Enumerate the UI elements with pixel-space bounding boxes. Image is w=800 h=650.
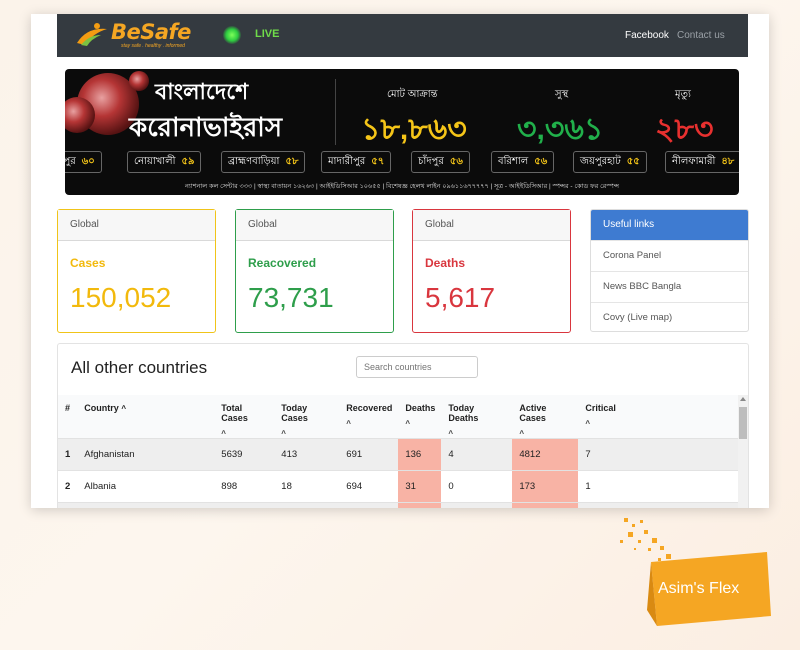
global-cases-card: Global Cases 150,052 bbox=[57, 209, 216, 333]
card-value: 150,052 bbox=[70, 282, 172, 313]
section-title: All other countries bbox=[71, 358, 208, 377]
column-header[interactable]: Active Cases ^ bbox=[512, 395, 579, 439]
stat-value-deaths: ২৮৩ bbox=[655, 113, 714, 146]
district-ticker: ত্পুর৬০ নোয়াখালী৫৯ ব্রাহ্মণবাড়িয়া৫৮ ম… bbox=[65, 151, 739, 175]
particles-icon bbox=[620, 518, 676, 568]
card-header: Global bbox=[236, 210, 393, 241]
stat-value-total: ১৮,৮৬৩ bbox=[361, 113, 467, 146]
table-row: 2 Albania 898 18 694 31 0 173 1 bbox=[58, 470, 738, 503]
banner-title-line2: করোনাভাইরাস bbox=[129, 112, 282, 142]
card-value: 5,617 bbox=[425, 282, 496, 313]
card-header: Global bbox=[413, 210, 570, 241]
link-covy-map[interactable]: Covy (Live map) bbox=[591, 302, 748, 331]
column-header[interactable]: Today Cases ^ bbox=[274, 395, 340, 439]
divider bbox=[335, 79, 336, 145]
countries-table: # Country ^ Total Cases ^ Today Cases ^ Re… bbox=[58, 395, 738, 508]
column-header[interactable]: Recovered ^ bbox=[339, 395, 399, 439]
live-indicator-icon bbox=[223, 26, 241, 44]
scroll-up-icon[interactable] bbox=[740, 397, 746, 401]
countries-table-card: All other countries # Country ^ Total Ca… bbox=[57, 343, 749, 508]
search-countries-input[interactable] bbox=[356, 356, 478, 378]
ticker-item: ব্রাহ্মণবাড়িয়া ৫৮ bbox=[221, 151, 306, 173]
card-header: Global bbox=[58, 210, 215, 241]
column-header[interactable]: Total Cases ^ bbox=[214, 395, 275, 439]
besafe-logo[interactable]: BeSafe stay safe . healthy . informed bbox=[75, 20, 205, 51]
column-header[interactable]: Critical ^ bbox=[578, 395, 738, 439]
table-row bbox=[58, 502, 738, 508]
ticker-item: চাঁদপুর ৫৬ bbox=[411, 151, 470, 173]
stat-label-total: মোট আক্রান্ত bbox=[387, 89, 438, 100]
useful-links-header: Useful links bbox=[591, 210, 748, 240]
ticker-item: নোয়াখালী ৫৯ bbox=[127, 151, 202, 173]
nav-link-facebook[interactable]: Facebook bbox=[625, 30, 669, 41]
link-bbc-bangla[interactable]: News BBC Bangla bbox=[591, 271, 748, 302]
scrollbar-thumb[interactable] bbox=[739, 407, 747, 439]
stat-label-deaths: মৃত্যু bbox=[675, 89, 691, 100]
stat-label-recovered: সুস্থ bbox=[555, 89, 569, 100]
card-value: 73,731 bbox=[248, 282, 334, 313]
helpline-footer: ন্যাশনাল কল সেন্টার ৩৩৩ | স্বাস্থ্য বাতা… bbox=[185, 183, 619, 190]
table-scrollbar[interactable] bbox=[738, 395, 748, 508]
ticker-item: মাদারীপুর ৫৭ bbox=[321, 151, 392, 173]
card-title: Reacovered bbox=[248, 256, 317, 270]
bangladesh-corona-banner: বাংলাদেশে করোনাভাইরাস মোট আক্রান্ত ১৮,৮৬… bbox=[65, 69, 739, 195]
ticker-item: বরিশাল ৫৬ bbox=[491, 151, 555, 173]
column-header[interactable]: Deaths ^ bbox=[398, 395, 442, 439]
ticker-item: নীলফামারী ৪৮ bbox=[665, 151, 739, 173]
table-row: 1 Afghanistan 5639 413 691 136 4 4812 7 bbox=[58, 438, 738, 471]
global-deaths-card: Global Deaths 5,617 bbox=[412, 209, 571, 333]
nav-link-contact[interactable]: Contact us bbox=[677, 30, 725, 41]
global-recovered-card: Global Reacovered 73,731 bbox=[235, 209, 394, 333]
useful-links-panel: Useful links Corona Panel News BBC Bangl… bbox=[590, 209, 749, 332]
logo-tagline: stay safe . healthy . informed bbox=[121, 43, 185, 49]
watermark-text: Asim's Flex bbox=[658, 580, 740, 597]
card-title: Cases bbox=[70, 256, 106, 270]
live-label: LIVE bbox=[255, 28, 280, 40]
card-title: Deaths bbox=[425, 256, 466, 270]
runner-icon bbox=[77, 23, 107, 46]
top-navbar: BeSafe stay safe . healthy . informed LI… bbox=[57, 14, 748, 57]
virus-image bbox=[129, 71, 149, 91]
link-corona-panel[interactable]: Corona Panel bbox=[591, 240, 748, 271]
stat-value-recovered: ৩,৩৬১ bbox=[517, 113, 604, 146]
column-header[interactable]: # bbox=[58, 395, 78, 439]
column-header-country[interactable]: Country ^ bbox=[77, 395, 215, 439]
ticker-item: জয়পুরহাট ৫৫ bbox=[573, 151, 647, 173]
ticker-item: ত্পুর৬০ bbox=[65, 151, 102, 173]
browser-page: BeSafe stay safe . healthy . informed LI… bbox=[31, 14, 769, 508]
column-header[interactable]: Today Deaths ^ bbox=[441, 395, 513, 439]
logo-text: BeSafe bbox=[111, 20, 191, 44]
